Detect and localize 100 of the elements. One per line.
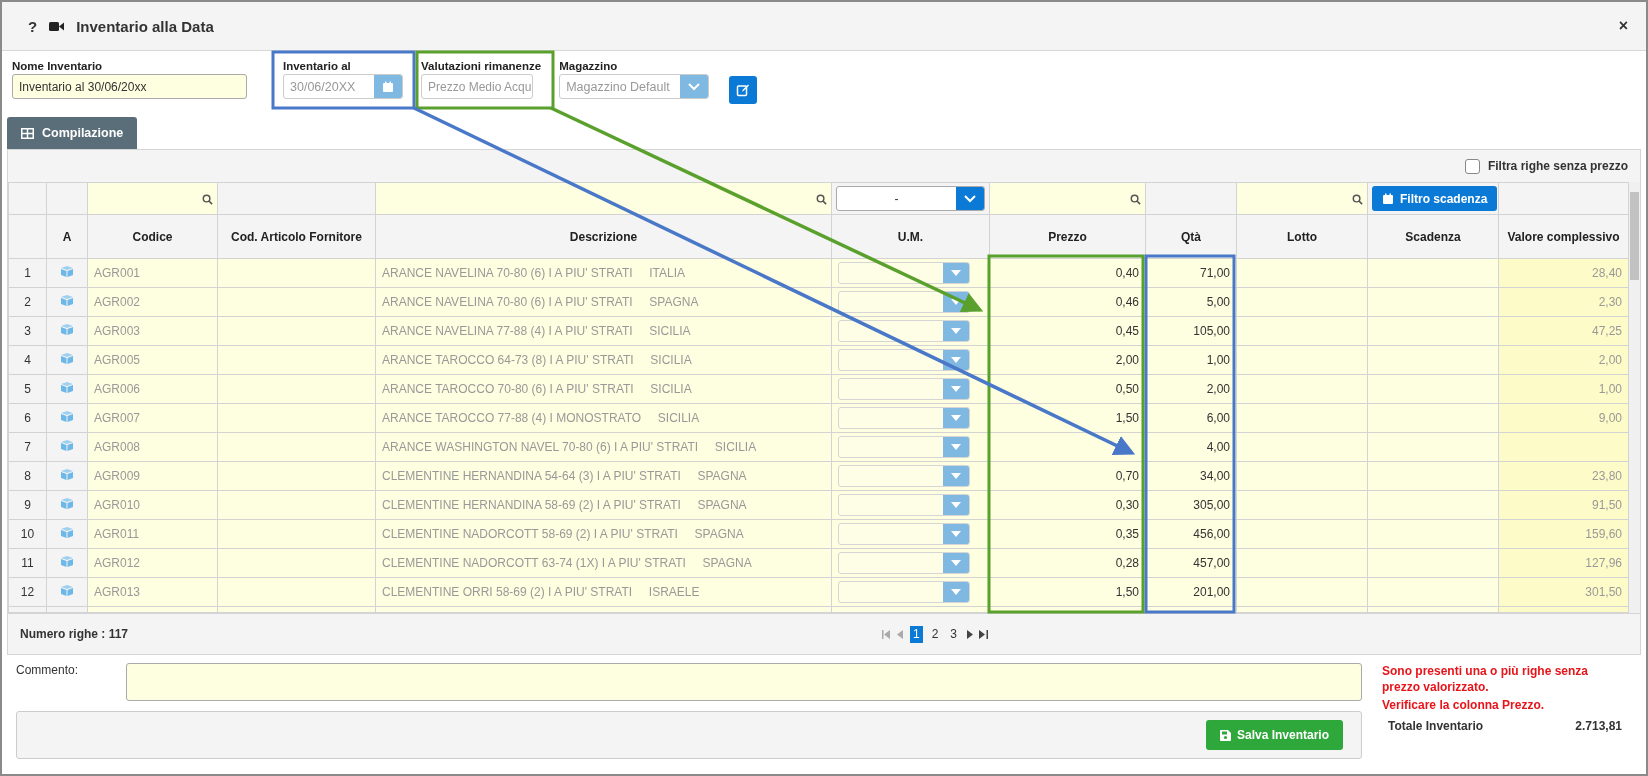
row-number: 1 xyxy=(8,258,47,288)
close-button[interactable]: × xyxy=(1618,17,1628,35)
box-icon[interactable] xyxy=(60,498,74,509)
search-icon[interactable] xyxy=(1352,193,1363,205)
box-icon[interactable] xyxy=(60,440,74,451)
table-cell: 2,00 xyxy=(1498,345,1629,375)
video-camera-icon[interactable] xyxy=(49,20,65,32)
previous-page-icon[interactable] xyxy=(896,629,904,639)
edit-button[interactable] xyxy=(729,76,758,104)
search-icon[interactable] xyxy=(1130,193,1141,205)
row-number: 9 xyxy=(8,490,47,520)
row-number: 5 xyxy=(8,374,47,404)
table-cell: 159,60 xyxy=(1498,519,1629,549)
unit-select[interactable] xyxy=(838,523,970,545)
table-cell: 28,40 xyxy=(1498,258,1629,288)
unit-select[interactable] xyxy=(838,378,970,400)
caret-down-icon xyxy=(951,299,961,305)
table-cell: CLEMENTINE HERNANDINA 58-69 (2) I A PIU' STRATI SPAGNA xyxy=(375,490,832,520)
unit-select[interactable] xyxy=(838,349,970,371)
box-icon[interactable] xyxy=(60,469,74,480)
row-number: 7 xyxy=(8,432,47,462)
table-cell: CLEMENTINE ORRI 58-69 (2) I A PIU' STRATI ISRAELE xyxy=(375,577,832,607)
table-cell: CLEMENTINE HERNANDINA 54-64 (3) I A PIU' STRATI SPAGNA xyxy=(375,461,832,491)
column-header: Codice xyxy=(87,214,218,259)
unit-select[interactable] xyxy=(838,436,970,458)
field-label: Nome Inventario xyxy=(12,60,104,72)
box-icon[interactable] xyxy=(60,353,74,364)
unit-select[interactable] xyxy=(838,494,970,516)
field-label: Inventario al xyxy=(283,60,352,72)
comment-field[interactable] xyxy=(126,663,1362,701)
caret-down-icon xyxy=(951,415,961,421)
unit-select[interactable] xyxy=(838,320,970,342)
caret-down-icon xyxy=(951,473,961,479)
save-button[interactable]: Salva Inventario xyxy=(1205,720,1343,750)
box-icon[interactable] xyxy=(60,295,74,306)
page-button[interactable]: 2 xyxy=(928,625,942,643)
table-cell: 23,80 xyxy=(1498,461,1629,491)
caret-down-icon xyxy=(951,386,961,392)
search-icon[interactable] xyxy=(816,193,827,205)
box-icon[interactable] xyxy=(60,411,74,422)
warning-text: Sono presenti una o più righe senza prezzo valorizzato. xyxy=(1382,663,1590,695)
row-count: Numero righe : 117 xyxy=(20,627,130,641)
last-page-icon[interactable] xyxy=(979,629,988,639)
table-cell: 47,25 xyxy=(1498,316,1629,346)
table-icon xyxy=(21,127,34,139)
table-cell: 301,50 xyxy=(1498,577,1629,607)
scrollbar[interactable] xyxy=(1629,182,1640,613)
column-header: Prezzo xyxy=(989,214,1146,259)
box-icon[interactable] xyxy=(60,556,74,567)
column-header: Lotto xyxy=(1236,214,1368,259)
caret-down-icon xyxy=(951,328,961,334)
text-field[interactable]: Inventario al 30/06/20xx xyxy=(12,74,247,99)
table-cell: 91,50 xyxy=(1498,490,1629,520)
search-icon[interactable] xyxy=(202,193,213,205)
box-icon[interactable] xyxy=(60,266,74,277)
row-number: 3 xyxy=(8,316,47,346)
unit-select[interactable] xyxy=(838,407,970,429)
column-header: A xyxy=(46,214,88,259)
expiry-filter-button[interactable]: Filtro scadenza xyxy=(1372,186,1498,211)
help-icon[interactable]: ? xyxy=(28,17,38,35)
caret-down-icon xyxy=(951,357,961,363)
tab[interactable]: Compilazione xyxy=(7,117,138,149)
row-number: 11 xyxy=(8,548,47,578)
checkbox-label: Filtra righe senza prezzo xyxy=(1487,159,1628,173)
unit-select[interactable] xyxy=(838,262,970,284)
unit-filter-select[interactable]: - xyxy=(836,186,985,211)
table-cell: 2,30 xyxy=(1498,287,1629,317)
first-page-icon[interactable] xyxy=(881,629,891,639)
table-cell: ARANCE TAROCCO 70-80 (6) I A PIU' STRATI SICILIA xyxy=(375,374,832,404)
table-cell: ARANCE NAVELINA 70-80 (6) I A PIU' STRATI SPAGNA xyxy=(375,287,832,317)
unit-select[interactable] xyxy=(838,581,970,603)
warning-text: Verificare la colonna Prezzo. xyxy=(1382,697,1546,713)
caret-down-icon xyxy=(951,560,961,566)
table-cell: AGR007 xyxy=(87,403,218,433)
page-button[interactable]: 3 xyxy=(947,625,960,643)
caret-down-icon xyxy=(951,531,961,537)
column-header: Cod. Articolo Fornitore xyxy=(217,214,376,259)
page-button[interactable]: 1 xyxy=(909,625,923,643)
table-cell: AGR013 xyxy=(87,577,218,607)
caret-down-icon xyxy=(951,270,961,276)
column-header: U.M. xyxy=(831,214,990,259)
box-icon[interactable] xyxy=(60,585,74,596)
next-page-icon[interactable] xyxy=(966,629,973,639)
box-icon[interactable] xyxy=(60,382,74,393)
column-header: Descrizione xyxy=(375,214,832,259)
table-cell: AGR011 xyxy=(87,519,218,549)
table-cell: ARANCE NAVELINA 70-80 (6) I A PIU' STRATI ITALIA xyxy=(375,258,832,288)
unit-select[interactable] xyxy=(838,552,970,574)
unit-select[interactable] xyxy=(838,291,970,313)
table-cell: ARANCE NAVELINA 77-88 (4) I A PIU' STRATI SICILIA xyxy=(375,316,832,346)
calendar-icon xyxy=(1382,192,1394,205)
window-title: Inventario alla Data xyxy=(76,17,215,35)
table-cell: AGR002 xyxy=(87,287,218,317)
unit-select[interactable] xyxy=(838,465,970,487)
table-cell: AGR010 xyxy=(87,490,218,520)
checkbox[interactable] xyxy=(1464,158,1480,174)
box-icon[interactable] xyxy=(60,324,74,335)
row-number: 2 xyxy=(8,287,47,317)
table-cell: CLEMENTINE NADORCOTT 63-74 (1X) I A PIU' STRATI SPAGNA xyxy=(375,548,832,578)
box-icon[interactable] xyxy=(60,527,74,538)
